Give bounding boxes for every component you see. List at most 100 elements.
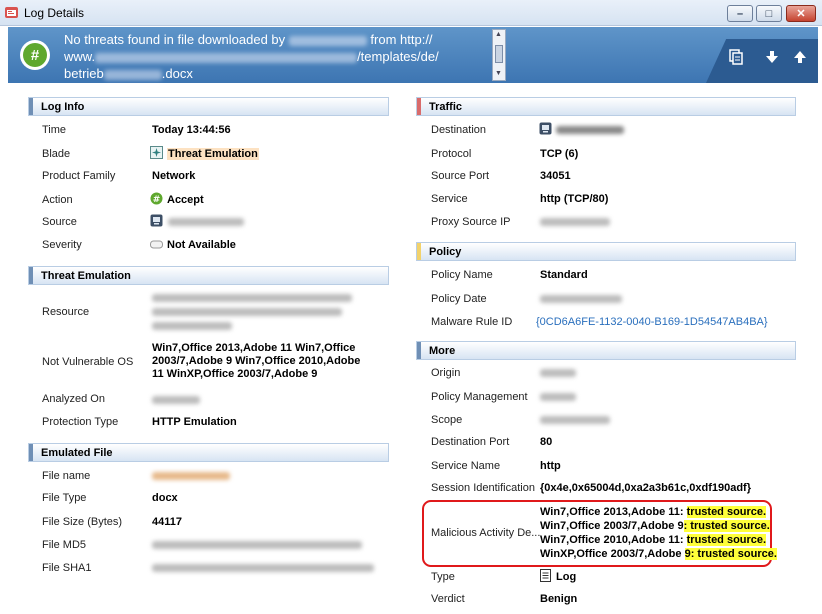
malicious-line-text: Win7,Office 2013,Adobe 11: [540, 506, 687, 518]
summary-line2-suffix: /templates/de/ [357, 49, 439, 64]
protection-type-value: HTTP Emulation [152, 416, 237, 428]
scroll-up-icon[interactable]: ▲ [495, 31, 502, 38]
not-vulnerable-value: Win7,Office 2013,Adobe 11 Win7,Office 20… [152, 342, 361, 380]
svg-text:#: # [153, 195, 161, 205]
destination-port-value: 80 [540, 436, 553, 448]
summary-line3: betrieb [64, 66, 104, 81]
minimize-button[interactable]: – [727, 5, 753, 22]
scroll-thumb[interactable] [495, 45, 503, 63]
resource-value-redacted-2 [152, 308, 342, 316]
policy-name-value: Standard [540, 269, 588, 281]
section-emulated-file: Emulated File [28, 443, 389, 462]
malicious-line-highlight: trusted source. [686, 534, 767, 546]
origin-label: Origin [431, 367, 461, 379]
analyzed-on-value-redacted [152, 396, 200, 404]
policy-name-label: Policy Name [431, 269, 493, 281]
policy-management-value-redacted [540, 393, 576, 401]
file-sha1-label: File SHA1 [42, 562, 92, 574]
scope-label: Scope [431, 414, 463, 426]
summary-line2-prefix: www. [64, 49, 96, 64]
malicious-line-highlight: : trusted source. [683, 520, 770, 532]
not-vulnerable-label: Not Vulnerable OS [42, 356, 134, 368]
malicious-line: Win7,Office 2010,Adobe 11: trusted sourc… [540, 533, 777, 547]
scroll-down-icon[interactable]: ▼ [495, 70, 502, 77]
session-id-label: Session Identification [431, 482, 535, 494]
summary-message: No threats found in file downloaded by f… [64, 31, 484, 82]
file-name-value-redacted [152, 472, 230, 480]
resource-value-redacted-3 [152, 322, 232, 330]
severity-label: Severity [42, 239, 82, 251]
banner-scrollbar[interactable]: ▲ ▼ [492, 29, 506, 81]
file-name-label: File name [42, 470, 91, 482]
section-traffic: Traffic [416, 97, 796, 116]
summary-banner: # No threats found in file downloaded by… [8, 27, 818, 83]
arrow-up-icon[interactable] [792, 49, 808, 65]
summary-line3-suffix: .docx [161, 66, 193, 81]
service-name-value: http [540, 460, 561, 472]
service-value: http (TCP/80) [540, 193, 609, 205]
proxy-source-ip-label: Proxy Source IP [431, 216, 511, 228]
accept-icon: # [150, 192, 163, 205]
severity-value: Not Available [167, 239, 236, 251]
minimize-icon: – [736, 7, 744, 20]
copy-icon[interactable] [728, 49, 744, 65]
network-accept-icon: # [20, 40, 50, 70]
malicious-activity-label: Malicious Activity De... [431, 527, 541, 539]
summary-line1: No threats found in file downloaded by [64, 32, 286, 47]
verdict-label: Verdict [431, 593, 465, 605]
verdict-value: Benign [540, 593, 578, 605]
file-size-value: 44117 [152, 516, 182, 528]
origin-value-redacted [540, 369, 576, 377]
scope-value-redacted [540, 416, 610, 424]
window-titlebar: Log Details – □ ✕ [0, 0, 822, 26]
window-title: Log Details [24, 6, 85, 20]
source-value-redacted [168, 218, 244, 226]
close-icon: ✕ [796, 8, 806, 20]
section-threat-emulation: Threat Emulation [28, 266, 389, 285]
section-more: More [416, 341, 796, 360]
protocol-label: Protocol [431, 148, 472, 160]
close-button[interactable]: ✕ [786, 5, 816, 22]
severity-icon [150, 240, 163, 249]
destination-label: Destination [431, 124, 487, 136]
malware-rule-id-link[interactable]: {0CD6A6FE-1132-0040-B169-1D54547AB4BA} [536, 316, 768, 328]
malicious-line: Win7,Office 2003/7,Adobe 9: trusted sour… [540, 519, 777, 533]
policy-date-value-redacted [540, 295, 622, 303]
file-type-value: docx [152, 492, 178, 504]
malicious-line: WinXP,Office 2003/7,Adobe 9: trusted sou… [540, 547, 777, 561]
time-value: Today 13:44:56 [152, 124, 231, 136]
file-sha1-value-redacted [152, 564, 374, 572]
file-md5-value-redacted [152, 541, 362, 549]
app-icon [5, 7, 18, 18]
blade-label: Blade [42, 148, 71, 160]
malicious-line-text: WinXP,Office 2003/7,Adobe [540, 548, 685, 560]
resource-value-redacted-1 [152, 294, 352, 302]
malicious-line: Win7,Office 2013,Adobe 11: trusted sourc… [540, 505, 777, 519]
host-icon [150, 214, 163, 227]
section-policy: Policy [416, 242, 796, 261]
resource-label: Resource [42, 306, 90, 318]
type-label: Type [431, 571, 455, 583]
proxy-source-ip-value-redacted [540, 218, 610, 226]
time-label: Time [42, 124, 67, 136]
action-label: Action [42, 194, 73, 206]
policy-date-label: Policy Date [431, 293, 487, 305]
product-family-label: Product Family [42, 170, 116, 182]
arrow-down-icon[interactable] [764, 49, 780, 65]
file-size-label: File Size (Bytes) [42, 516, 123, 528]
analyzed-on-label: Analyzed On [42, 393, 105, 405]
product-family-value: Network [152, 170, 196, 182]
maximize-button[interactable]: □ [756, 5, 782, 22]
action-value: Accept [167, 194, 204, 206]
malware-rule-id-label: Malware Rule ID [431, 316, 513, 328]
summary-line1-suffix: from http:// [370, 32, 433, 47]
destination-port-label: Destination Port [431, 436, 510, 448]
source-port-value: 34051 [540, 170, 571, 182]
section-log-info: Log Info [28, 97, 389, 116]
type-value: Log [556, 571, 577, 583]
session-id-value: {0x4e,0x65004d,0xa2a3b61c,0xdf190adf} [540, 482, 751, 494]
host-icon [539, 122, 552, 135]
malicious-line-text: Win7,Office 2010,Adobe 11: [540, 534, 687, 546]
service-name-label: Service Name [431, 460, 501, 472]
service-label: Service [431, 193, 468, 205]
